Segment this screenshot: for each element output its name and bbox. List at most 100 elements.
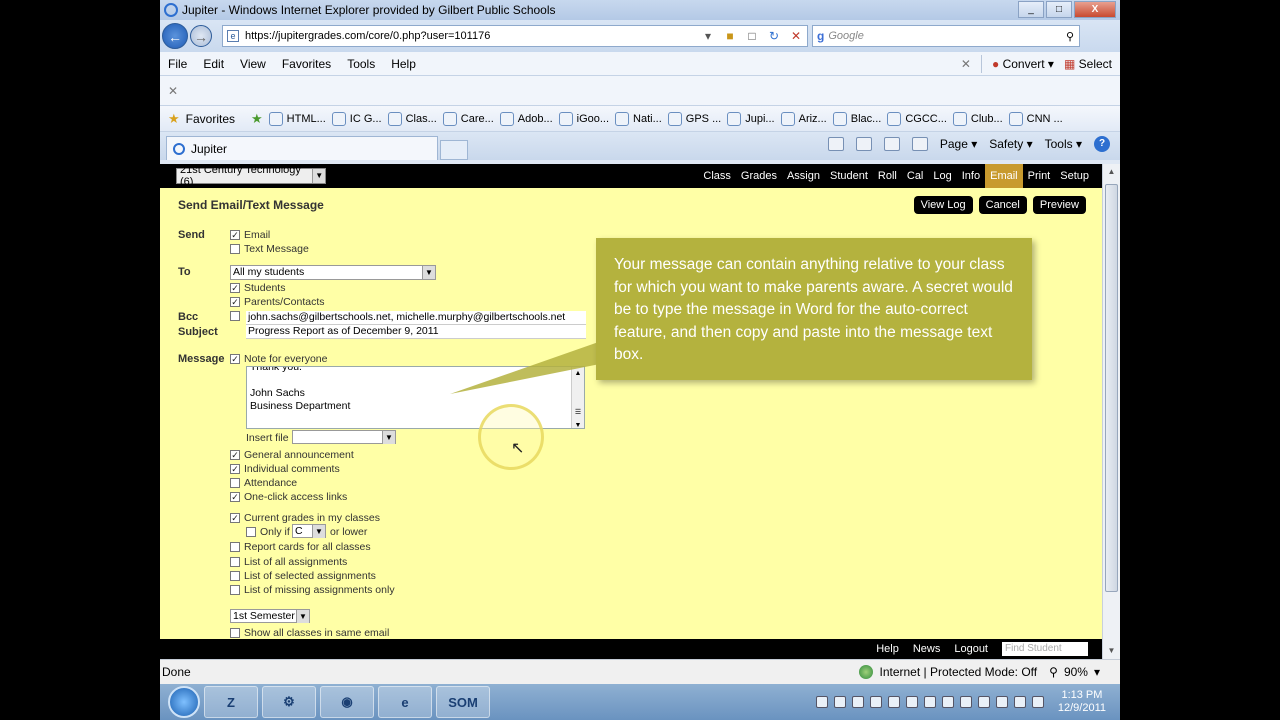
print-icon[interactable] — [911, 137, 928, 151]
preview-button[interactable]: Preview — [1032, 196, 1086, 214]
checkbox-checked[interactable]: ✓ — [230, 354, 240, 364]
convert-button[interactable]: ● Convert ▾ — [992, 57, 1054, 71]
maximize-button[interactable]: □ — [1046, 1, 1072, 18]
search-placeholder[interactable]: Google — [828, 30, 1061, 42]
checkbox-checked[interactable]: ✓ — [230, 297, 240, 307]
mail-icon[interactable] — [883, 137, 900, 151]
tools-menu[interactable]: Tools ▾ — [1045, 137, 1082, 151]
tray-icon[interactable] — [959, 696, 972, 708]
clock[interactable]: 1:13 PM 12/9/2011 — [1058, 689, 1106, 715]
tray-icon[interactable] — [869, 696, 882, 708]
only-if-checkbox[interactable]: Only if — [246, 526, 290, 538]
favorite-item[interactable]: HTML... — [268, 111, 326, 126]
menu-view[interactable]: View — [232, 57, 274, 71]
nav-class[interactable]: Class — [698, 170, 736, 182]
report-cards-checkbox[interactable]: Report cards for all classes — [230, 541, 371, 553]
favorite-item[interactable]: Ariz... — [780, 111, 827, 126]
tray-icon[interactable] — [1013, 696, 1026, 708]
select-button[interactable]: ▦ Select — [1064, 57, 1112, 71]
tray-icon[interactable] — [941, 696, 954, 708]
email-checkbox[interactable]: ✓ Email — [230, 229, 270, 241]
scroll-down-icon[interactable]: ▼ — [1103, 643, 1120, 659]
page-menu[interactable]: Page ▾ — [940, 137, 977, 151]
current-grades-checkbox[interactable]: ✓ Current grades in my classes — [230, 512, 380, 524]
minimize-button[interactable]: _ — [1018, 1, 1044, 18]
favorite-item[interactable]: CGCC... — [887, 111, 947, 126]
checkbox-unchecked[interactable] — [230, 585, 240, 595]
checkbox-checked[interactable]: ✓ — [230, 230, 240, 240]
tray-icon[interactable] — [833, 696, 846, 708]
nav-print[interactable]: Print — [1023, 170, 1056, 182]
footer-help-link[interactable]: Help — [876, 643, 899, 655]
attendance-checkbox[interactable]: Attendance — [230, 477, 297, 489]
favorite-item[interactable]: Care... — [442, 111, 494, 126]
tray-icon[interactable] — [995, 696, 1008, 708]
bcc-checkbox[interactable] — [230, 311, 244, 321]
class-select[interactable]: 21st Century Technology (6) ▼ — [176, 164, 326, 188]
favorite-item[interactable]: Club... — [952, 111, 1003, 126]
missing-assignments-checkbox[interactable]: List of missing assignments only — [230, 584, 395, 596]
forward-button[interactable]: → — [190, 25, 212, 47]
menu-edit[interactable]: Edit — [195, 57, 232, 71]
insert-file-select[interactable]: ▼ — [292, 430, 396, 444]
checkbox-unchecked[interactable] — [230, 478, 240, 488]
tray-icon[interactable] — [887, 696, 900, 708]
footer-logout-link[interactable]: Logout — [954, 643, 988, 655]
parents-checkbox[interactable]: ✓ Parents/Contacts — [230, 296, 325, 308]
search-icon[interactable]: ⚲ — [1061, 30, 1079, 43]
individual-comments-checkbox[interactable]: ✓ Individual comments — [230, 463, 340, 475]
compatibility-icon[interactable]: □ — [741, 29, 763, 43]
close-toolbar-icon[interactable]: ✕ — [961, 57, 971, 71]
scroll-thumb[interactable] — [1105, 184, 1118, 592]
students-checkbox[interactable]: ✓ Students — [230, 282, 285, 294]
nav-grades[interactable]: Grades — [736, 170, 782, 182]
grade-select[interactable]: C ▼ — [292, 524, 326, 538]
access-links-checkbox[interactable]: ✓ One-click access links — [230, 491, 347, 503]
checkbox-checked[interactable]: ✓ — [230, 464, 240, 474]
all-assignments-checkbox[interactable]: List of all assignments — [230, 556, 347, 568]
nav-info[interactable]: Info — [957, 170, 985, 182]
tray-icon[interactable] — [815, 696, 828, 708]
start-button[interactable] — [168, 686, 200, 718]
nav-roll[interactable]: Roll — [873, 170, 902, 182]
checkbox-unchecked[interactable] — [230, 628, 240, 638]
home-icon[interactable] — [827, 137, 844, 151]
general-announcement-checkbox[interactable]: ✓ General announcement — [230, 449, 354, 461]
menu-help[interactable]: Help — [383, 57, 424, 71]
nav-student[interactable]: Student — [825, 170, 873, 182]
menu-file[interactable]: File — [160, 57, 195, 71]
favorite-item[interactable]: GPS ... — [667, 111, 721, 126]
to-select[interactable]: All my students ▼ — [230, 265, 436, 280]
tray-icon[interactable] — [851, 696, 864, 708]
tray-icon[interactable] — [905, 696, 918, 708]
favorites-star-icon[interactable]: ★ — [168, 111, 180, 127]
checkbox-unchecked[interactable] — [230, 311, 240, 321]
tray-icon[interactable] — [923, 696, 936, 708]
tab-jupiter[interactable]: Jupiter — [166, 136, 438, 160]
tray-icon[interactable] — [977, 696, 990, 708]
search-box[interactable]: g Google ⚲ — [812, 25, 1080, 47]
safety-menu[interactable]: Safety ▾ — [989, 137, 1032, 151]
feeds-icon[interactable] — [855, 137, 872, 151]
chevron-down-icon[interactable]: ▼ — [382, 431, 395, 444]
favorite-item[interactable]: Nati... — [615, 111, 662, 126]
lock-icon[interactable]: ■ — [719, 29, 741, 43]
chevron-down-icon[interactable]: ▼ — [296, 610, 309, 623]
nav-cal[interactable]: Cal — [902, 170, 929, 182]
help-icon[interactable]: ? — [1094, 136, 1110, 152]
favorite-item[interactable]: Jupi... — [727, 111, 775, 126]
checkbox-checked[interactable]: ✓ — [230, 513, 240, 523]
taskbar-app-tools[interactable]: ⚙ — [262, 686, 316, 718]
checkbox-unchecked[interactable] — [230, 557, 240, 567]
chevron-down-icon[interactable]: ▼ — [312, 169, 325, 183]
footer-news-link[interactable]: News — [913, 643, 941, 655]
page-scrollbar[interactable]: ▲ ▼ — [1102, 164, 1120, 659]
scroll-up-icon[interactable]: ▲ — [1103, 164, 1120, 180]
checkbox-unchecked[interactable] — [230, 244, 240, 254]
nav-setup[interactable]: Setup — [1055, 170, 1094, 182]
chevron-down-icon[interactable]: ▼ — [312, 525, 325, 538]
selected-assignments-checkbox[interactable]: List of selected assignments — [230, 570, 376, 582]
note-everyone-checkbox[interactable]: ✓ Note for everyone — [230, 353, 327, 365]
zoom-control[interactable]: ⚲ 90% ▾ — [1049, 665, 1100, 679]
address-bar[interactable]: e https://jupitergrades.com/core/0.php?u… — [222, 25, 808, 47]
